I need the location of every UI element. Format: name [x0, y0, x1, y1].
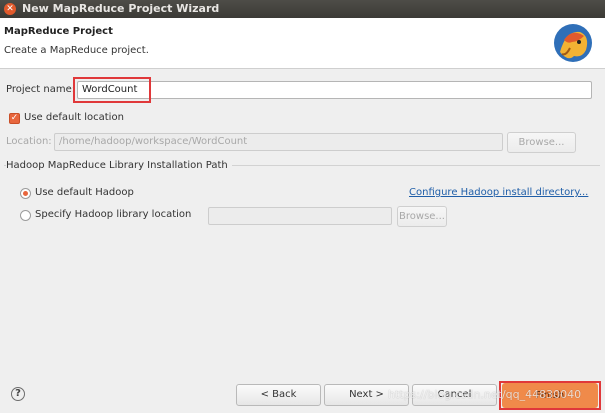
watermark-text: https://blog.csdn.net/qq_44830040 — [388, 388, 582, 401]
use-default-hadoop-radio[interactable] — [20, 188, 31, 199]
close-icon[interactable]: ✕ — [4, 3, 16, 15]
configure-hadoop-link[interactable]: Configure Hadoop install directory... — [409, 187, 588, 198]
banner-description: Create a MapReduce project. — [4, 45, 149, 56]
use-default-location-label: Use default location — [24, 112, 124, 123]
help-icon[interactable]: ? — [11, 387, 25, 401]
window-title: New MapReduce Project Wizard — [22, 2, 220, 15]
specify-hadoop-location-radio[interactable] — [20, 210, 31, 221]
use-default-location-checkbox[interactable]: ✓ — [9, 113, 20, 124]
hadoop-group-border — [4, 165, 600, 240]
project-name-highlight — [73, 77, 151, 103]
project-name-input[interactable]: WordCount — [77, 81, 592, 99]
window-titlebar: ✕ New MapReduce Project Wizard — [0, 0, 605, 18]
banner-title: MapReduce Project — [4, 26, 113, 37]
back-button[interactable]: < Back — [236, 384, 321, 406]
location-label: Location: — [6, 136, 52, 147]
project-name-label: Project name: — [6, 84, 76, 95]
wizard-banner: MapReduce Project Create a MapReduce pro… — [0, 18, 605, 69]
hadoop-library-location-input[interactable] — [208, 207, 392, 225]
specify-hadoop-location-label: Specify Hadoop library location — [35, 209, 192, 220]
hadoop-browse-button[interactable]: Browse... — [397, 206, 447, 227]
location-browse-button[interactable]: Browse... — [507, 132, 576, 153]
hadoop-group-title: Hadoop MapReduce Library Installation Pa… — [6, 160, 232, 171]
location-input[interactable]: /home/hadoop/workspace/WordCount — [54, 133, 503, 151]
hadoop-elephant-logo-icon — [554, 24, 592, 62]
use-default-hadoop-label: Use default Hadoop — [35, 187, 134, 198]
